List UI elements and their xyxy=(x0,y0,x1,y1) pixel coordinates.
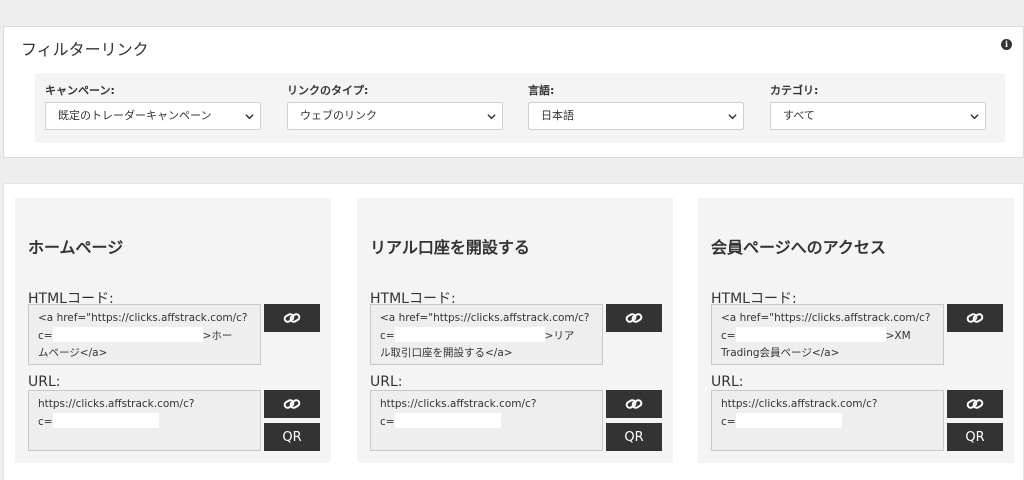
language-filter: 言語: 日本語 xyxy=(528,82,744,130)
url-box[interactable]: https://clicks.affstrack.com/c? c= xyxy=(28,390,261,451)
chevron-down-icon xyxy=(245,114,254,120)
copy-html-button[interactable] xyxy=(947,304,1003,332)
url-line: https://clicks.affstrack.com/c? xyxy=(380,398,537,410)
campaign-select[interactable]: 既定のトレーダーキャンペーン xyxy=(45,102,261,130)
url-line: c= xyxy=(38,416,53,428)
html-code-line: ムページ</a> xyxy=(38,347,108,359)
html-code-box[interactable]: <a href="https://clicks.affstrack.com/c?… xyxy=(370,304,603,365)
html-code-line: c= xyxy=(721,330,736,342)
language-select[interactable]: 日本語 xyxy=(528,102,744,130)
chevron-down-icon xyxy=(970,114,979,120)
link-icon xyxy=(625,313,643,323)
info-icon[interactable]: i xyxy=(1001,39,1012,50)
qr-button[interactable]: QR xyxy=(947,423,1003,451)
redacted-value xyxy=(735,327,886,342)
html-code-box[interactable]: <a href="https://clicks.affstrack.com/c?… xyxy=(711,304,944,365)
links-section: ホームページ HTMLコード: <a href="https://clicks.… xyxy=(3,183,1024,480)
html-code-line: >XM xyxy=(885,330,911,342)
html-code-line: >リア xyxy=(544,330,575,342)
url-box[interactable]: https://clicks.affstrack.com/c? c= xyxy=(711,390,944,451)
html-code-line: <a href="https://clicks.affstrack.com/c? xyxy=(380,312,590,324)
url-label: URL: xyxy=(711,374,744,390)
campaign-select-value: 既定のトレーダーキャンペーン xyxy=(58,109,212,122)
card-title: ホームページ xyxy=(28,238,124,257)
filter-title: フィルターリンク xyxy=(21,40,149,59)
copy-html-button[interactable] xyxy=(606,304,662,332)
link-card-open-account: リアル口座を開設する HTMLコード: <a href="https://cli… xyxy=(357,198,673,463)
html-code-line: Trading会員ページ</a> xyxy=(721,347,840,359)
html-code-line: c= xyxy=(380,330,395,342)
chevron-down-icon xyxy=(728,114,737,120)
card-title: 会員ページへのアクセス xyxy=(711,238,886,257)
link-icon xyxy=(283,313,301,323)
link-type-filter: リンクのタイプ: ウェブのリンク xyxy=(287,82,503,130)
redacted-value xyxy=(394,327,545,342)
link-card-members-area: 会員ページへのアクセス HTMLコード: <a href="https://cl… xyxy=(698,198,1014,463)
filter-bar: キャンペーン: 既定のトレーダーキャンペーン リンクのタイプ: ウェブのリンク … xyxy=(35,73,1005,143)
category-select-value: すべて xyxy=(783,109,815,122)
link-icon xyxy=(966,313,984,323)
qr-button[interactable]: QR xyxy=(606,423,662,451)
filter-panel: フィルターリンク i キャンペーン: 既定のトレーダーキャンペーン リンクのタイ… xyxy=(3,26,1024,158)
campaign-filter: キャンペーン: 既定のトレーダーキャンペーン xyxy=(45,82,261,130)
url-label: URL: xyxy=(28,374,61,390)
url-line: https://clicks.affstrack.com/c? xyxy=(721,398,878,410)
link-card-homepage: ホームページ HTMLコード: <a href="https://clicks.… xyxy=(15,198,331,463)
copy-url-button[interactable] xyxy=(947,390,1003,418)
redacted-value xyxy=(394,413,501,428)
copy-html-button[interactable] xyxy=(264,304,320,332)
language-select-value: 日本語 xyxy=(541,109,574,122)
language-label: 言語: xyxy=(528,84,555,97)
redacted-value xyxy=(52,413,159,428)
html-code-line: >ホー xyxy=(202,330,233,342)
chevron-down-icon xyxy=(487,114,496,120)
campaign-label: キャンペーン: xyxy=(45,84,115,97)
redacted-value xyxy=(52,327,203,342)
url-line: c= xyxy=(380,416,395,428)
html-code-box[interactable]: <a href="https://clicks.affstrack.com/c?… xyxy=(28,304,261,365)
link-icon xyxy=(966,399,984,409)
redacted-value xyxy=(735,413,842,428)
category-label: カテゴリ: xyxy=(770,84,819,97)
qr-button[interactable]: QR xyxy=(264,423,320,451)
html-code-line: <a href="https://clicks.affstrack.com/c? xyxy=(721,312,931,324)
copy-url-button[interactable] xyxy=(606,390,662,418)
url-box[interactable]: https://clicks.affstrack.com/c? c= xyxy=(370,390,603,451)
url-line: https://clicks.affstrack.com/c? xyxy=(38,398,195,410)
html-code-line: ル取引口座を開設する</a> xyxy=(380,347,513,359)
url-line: c= xyxy=(721,416,736,428)
category-select[interactable]: すべて xyxy=(770,102,986,130)
link-icon xyxy=(625,399,643,409)
category-filter: カテゴリ: すべて xyxy=(770,82,986,130)
html-code-line: <a href="https://clicks.affstrack.com/c? xyxy=(38,312,248,324)
link-type-select-value: ウェブのリンク xyxy=(300,109,377,122)
html-code-line: c= xyxy=(38,330,53,342)
url-label: URL: xyxy=(370,374,403,390)
card-title: リアル口座を開設する xyxy=(370,238,530,257)
link-type-select[interactable]: ウェブのリンク xyxy=(287,102,503,130)
link-icon xyxy=(283,399,301,409)
link-type-label: リンクのタイプ: xyxy=(287,84,369,97)
copy-url-button[interactable] xyxy=(264,390,320,418)
